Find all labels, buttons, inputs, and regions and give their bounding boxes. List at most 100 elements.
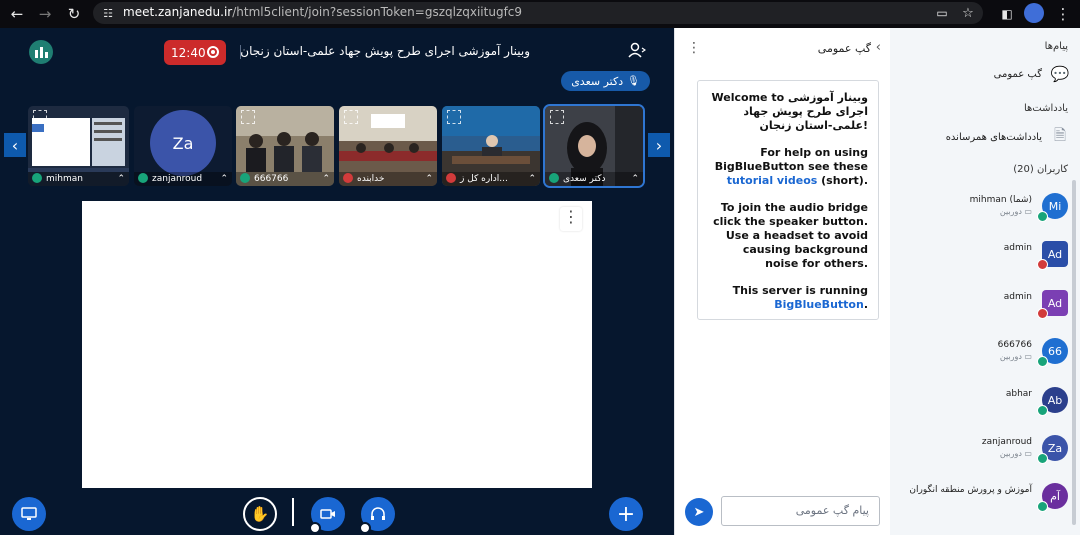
raise-hand-button[interactable]: ✋ bbox=[243, 497, 277, 531]
tile-name: mihman bbox=[46, 174, 83, 184]
camera-button[interactable] bbox=[309, 497, 345, 534]
screen-share-button[interactable] bbox=[12, 497, 46, 531]
plus-icon: + bbox=[616, 501, 636, 527]
mic-icon bbox=[1037, 405, 1048, 416]
chevron-up-icon[interactable]: ⌃ bbox=[631, 174, 639, 184]
help-line: For help on using BigBlueButton see thes… bbox=[714, 146, 868, 187]
presenter-badge[interactable]: 🎙 دکتر سعدی bbox=[561, 71, 650, 91]
public-chat-label: گپ عمومی bbox=[993, 68, 1042, 80]
side-panel-icon[interactable]: ◧ bbox=[996, 3, 1018, 25]
more-vertical-icon[interactable]: ⋮ bbox=[687, 40, 701, 56]
presentation-area[interactable]: ⋮ bbox=[82, 201, 592, 488]
user-list-item[interactable]: 66 666766 ▭ دوربین bbox=[898, 338, 1068, 376]
user-status: ▭ دوربین bbox=[999, 207, 1032, 216]
user-list-item[interactable]: Za zanjanroud ▭ دوربین bbox=[898, 435, 1068, 473]
chat-bubble-icon: 💬 bbox=[1050, 65, 1070, 83]
mic-icon bbox=[32, 173, 42, 183]
chevron-up-icon[interactable]: ⌃ bbox=[220, 174, 228, 184]
chevron-right-icon: › bbox=[655, 135, 663, 155]
chevron-up-icon[interactable]: ⌃ bbox=[117, 174, 125, 184]
mic-muted-icon bbox=[1037, 259, 1048, 270]
profile-avatar[interactable] bbox=[1024, 3, 1044, 23]
video-tile[interactable]: دکتر سعدی ⌃ bbox=[543, 104, 645, 188]
expand-icon[interactable] bbox=[241, 110, 255, 124]
presenter-name: دکتر سعدی bbox=[571, 74, 624, 88]
chevron-up-icon[interactable]: ⌃ bbox=[322, 174, 330, 184]
chevron-up-icon[interactable]: ⌃ bbox=[425, 174, 433, 184]
browser-toolbar: ← → ↻ ☷ meet.zanjanedu.ir/html5client/jo… bbox=[0, 0, 1080, 28]
notes-icon: 🗎 bbox=[1053, 125, 1067, 144]
messages-section-title: پیام‌ها bbox=[1044, 41, 1068, 52]
avatar: Za bbox=[150, 110, 216, 176]
user-name: admin bbox=[1003, 292, 1032, 302]
user-list-item[interactable]: Ab abhar bbox=[898, 387, 1068, 425]
chat-panel: ⋮ گپ عمومی ‹ Welcome to وبینار آموزشی اج… bbox=[674, 28, 890, 535]
address-bar[interactable]: ☷ meet.zanjanedu.ir/html5client/join?ses… bbox=[93, 2, 983, 24]
tile-name-bar: 666766 ⌃ bbox=[236, 172, 334, 186]
bar-chart-icon bbox=[35, 47, 48, 58]
user-name: abhar bbox=[1005, 389, 1032, 399]
site-info-icon[interactable]: ☷ bbox=[97, 2, 119, 24]
back-arrow-icon[interactable]: ← bbox=[6, 3, 28, 25]
public-chat-item[interactable]: گپ عمومی 💬 bbox=[900, 62, 1070, 86]
video-tile[interactable]: mihman ⌃ bbox=[28, 106, 129, 186]
expand-icon[interactable] bbox=[33, 110, 47, 124]
expand-icon[interactable] bbox=[344, 110, 358, 124]
options-dot[interactable] bbox=[359, 522, 371, 534]
prev-videos-button[interactable]: ‹ bbox=[4, 133, 26, 157]
video-tile[interactable]: Za zanjanroud ⌃ bbox=[134, 106, 232, 186]
user-name: mihman (شما) bbox=[969, 195, 1032, 205]
mic-icon bbox=[138, 173, 148, 183]
user-list-item[interactable]: Ad admin bbox=[898, 241, 1068, 279]
actions-plus-button[interactable]: + bbox=[609, 497, 643, 531]
mic-icon bbox=[1037, 453, 1048, 464]
user-status: ▭ دوربین bbox=[999, 352, 1032, 361]
mic-icon bbox=[240, 173, 250, 183]
video-tile[interactable]: 666766 ⌃ bbox=[236, 106, 334, 186]
user-list-item[interactable]: آم آموزش و پرورش منطقه انگوران bbox=[898, 483, 1068, 521]
forward-arrow-icon[interactable]: → bbox=[34, 3, 56, 25]
tile-name-bar: mihman ⌃ bbox=[28, 172, 129, 186]
hand-icon: ✋ bbox=[250, 505, 270, 523]
more-icon[interactable]: ⋮ bbox=[1052, 3, 1074, 25]
chevron-up-icon[interactable]: ⌃ bbox=[528, 174, 536, 184]
chat-input[interactable]: پیام گپ عمومی bbox=[721, 496, 880, 526]
reload-icon[interactable]: ↻ bbox=[63, 3, 85, 25]
video-tile[interactable]: اداره کل ز... ⌃ bbox=[442, 106, 540, 186]
chevron-left-icon[interactable]: ‹ bbox=[876, 40, 881, 55]
user-list-toggle-icon[interactable] bbox=[628, 42, 650, 62]
tile-name: zanjanroud bbox=[152, 174, 203, 184]
user-list-item[interactable]: Ad admin bbox=[898, 290, 1068, 328]
monitor-icon bbox=[21, 507, 37, 520]
scrollbar[interactable] bbox=[1072, 180, 1076, 525]
tutorial-link[interactable]: tutorial videos bbox=[727, 174, 818, 187]
expand-icon[interactable] bbox=[447, 110, 461, 124]
user-list-item[interactable]: Mi mihman (شما) ▭ دوربین bbox=[898, 193, 1068, 231]
next-videos-button[interactable]: › bbox=[648, 133, 670, 157]
bigbluebutton-link[interactable]: BigBlueButton bbox=[774, 298, 864, 311]
stats-button[interactable] bbox=[29, 40, 53, 64]
chat-title: گپ عمومی bbox=[817, 42, 871, 55]
expand-icon[interactable] bbox=[550, 110, 564, 124]
send-icon: ➤ bbox=[693, 504, 705, 520]
mic-icon bbox=[549, 173, 559, 183]
tile-name: 666766 bbox=[254, 174, 289, 184]
tile-name: اداره کل ز... bbox=[460, 174, 508, 184]
more-vertical-icon[interactable]: ⋮ bbox=[560, 207, 582, 231]
tile-name-bar: خدابنده ⌃ bbox=[339, 172, 437, 186]
options-dot[interactable] bbox=[309, 522, 321, 534]
camera-icon[interactable]: ▭ bbox=[931, 2, 953, 24]
star-icon[interactable]: ☆ bbox=[957, 2, 979, 24]
user-status: ▭ دوربین bbox=[999, 449, 1032, 458]
record-icon bbox=[207, 46, 219, 58]
audio-button[interactable] bbox=[359, 497, 395, 534]
mic-muted-icon bbox=[1037, 308, 1048, 319]
server-line: This server is running BigBlueButton. bbox=[732, 284, 868, 311]
mic-icon bbox=[1037, 211, 1048, 222]
shared-notes-item[interactable]: یادداشت‌های همرسانده 🗎 bbox=[900, 125, 1070, 149]
recording-indicator[interactable]: 12:40 bbox=[164, 40, 226, 65]
user-name: آموزش و پرورش منطقه انگوران bbox=[909, 485, 1032, 495]
controls-divider bbox=[292, 498, 294, 526]
video-tile[interactable]: خدابنده ⌃ bbox=[339, 106, 437, 186]
send-button[interactable]: ➤ bbox=[685, 498, 713, 526]
